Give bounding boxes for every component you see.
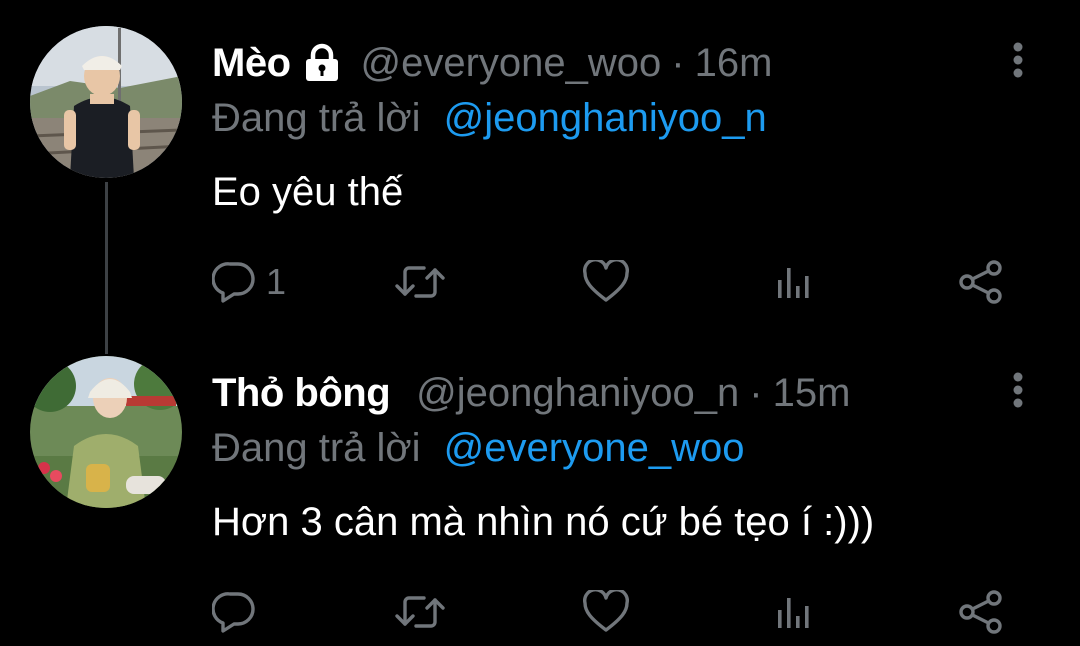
tweet-text: Eo yêu thế xyxy=(212,170,404,214)
reply-icon xyxy=(212,262,255,303)
retweet-icon xyxy=(395,596,445,628)
avatar-photo-woman xyxy=(30,356,182,508)
share-button[interactable] xyxy=(958,582,1004,642)
tweet-header: Mèo @everyone_woo · 16m xyxy=(212,38,772,88)
like-icon xyxy=(583,260,629,302)
timestamp[interactable]: 16m xyxy=(695,41,773,86)
like-button[interactable] xyxy=(582,252,630,312)
views-button[interactable] xyxy=(774,252,814,312)
views-icon xyxy=(778,268,809,298)
share-button[interactable] xyxy=(958,252,1004,312)
replying-to: Đang trả lời @everyone_woo xyxy=(212,426,744,471)
avatar-photo-child xyxy=(30,26,182,178)
tweet[interactable]: Thỏ bông @jeonghaniyoo_n · 15m Đang trả … xyxy=(0,330,1080,646)
display-name[interactable]: Mèo xyxy=(212,41,291,86)
separator-dot: · xyxy=(749,370,763,415)
retweet-icon xyxy=(395,266,445,298)
replying-to-label: Đang trả lời xyxy=(212,426,421,470)
tweet-text: Hơn 3 cân mà nhìn nó cứ bé tẹo í :))) xyxy=(212,500,875,544)
tweet-header: Thỏ bông @jeonghaniyoo_n · 15m xyxy=(212,368,850,418)
tweet[interactable]: Mèo @everyone_woo · 16m Đang trả lời @je… xyxy=(0,0,1080,330)
like-icon xyxy=(583,590,629,632)
reply-button[interactable]: 1 xyxy=(212,252,286,312)
user-handle[interactable]: @jeonghaniyoo_n xyxy=(416,371,739,416)
views-icon xyxy=(778,598,809,628)
tweet-actions: 1 xyxy=(212,252,1012,312)
more-options-icon[interactable] xyxy=(1010,40,1026,80)
avatar[interactable] xyxy=(30,26,182,178)
tweet-actions xyxy=(212,582,1012,642)
display-name[interactable]: Thỏ bông xyxy=(212,371,391,416)
reply-count: 1 xyxy=(266,261,287,302)
reply-icon xyxy=(212,592,255,633)
more-options-icon[interactable] xyxy=(1010,370,1026,410)
views-button[interactable] xyxy=(774,582,814,642)
like-button[interactable] xyxy=(582,582,630,642)
lock-icon xyxy=(303,43,341,83)
avatar[interactable] xyxy=(30,356,182,508)
user-handle[interactable]: @everyone_woo xyxy=(361,41,662,86)
reply-mention-link[interactable]: @everyone_woo xyxy=(444,426,745,470)
reply-mention-link[interactable]: @jeonghaniyoo_n xyxy=(444,96,767,140)
share-icon xyxy=(959,590,1002,634)
separator-dot: · xyxy=(671,40,685,85)
timestamp[interactable]: 15m xyxy=(773,371,851,416)
reply-button[interactable] xyxy=(212,582,266,642)
replying-to: Đang trả lời @jeonghaniyoo_n xyxy=(212,96,767,141)
share-icon xyxy=(959,260,1002,304)
retweet-button[interactable] xyxy=(394,582,446,642)
retweet-button[interactable] xyxy=(394,252,446,312)
replying-to-label: Đang trả lời xyxy=(212,96,421,140)
